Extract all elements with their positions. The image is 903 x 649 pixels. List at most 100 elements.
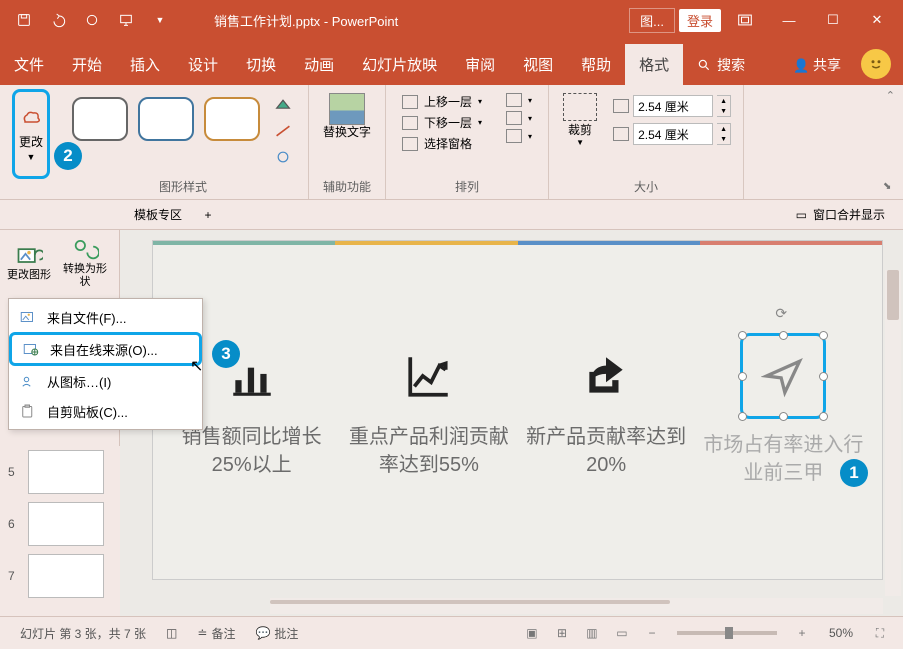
undo-button[interactable]: [44, 6, 72, 34]
accessibility-check-icon[interactable]: ◫: [156, 626, 187, 640]
save-button[interactable]: [10, 6, 38, 34]
annotation-badge: 3: [212, 340, 240, 368]
resize-handle[interactable]: [819, 331, 828, 340]
normal-view-button[interactable]: ▣: [519, 622, 545, 644]
tab-help[interactable]: 帮助: [567, 44, 625, 85]
align-button[interactable]: ▾: [506, 93, 532, 107]
minimize-button[interactable]: —: [769, 5, 809, 35]
picture-tools-tab[interactable]: 图...: [629, 8, 675, 33]
tab-format[interactable]: 格式: [625, 44, 683, 85]
menu-from-file[interactable]: 来自文件(F)...: [9, 302, 202, 332]
selected-icon-frame[interactable]: [740, 333, 826, 419]
replace-text-button[interactable]: 替换文字: [317, 89, 377, 145]
resize-handle[interactable]: [779, 412, 788, 421]
app-name: PowerPoint: [332, 14, 398, 29]
ribbon-options-button[interactable]: [725, 5, 765, 35]
shape-fill-button[interactable]: [270, 95, 296, 115]
slide-canvas[interactable]: 销售额同比增长25%以上 重点产品利润贡献率达到55% 新产品贡献率达到20% …: [152, 240, 883, 580]
change-button[interactable]: 更改 ▼: [12, 89, 50, 179]
content-item-selected[interactable]: ⟳ 市场占有率进入行业前三甲: [701, 333, 866, 487]
shape-style-option[interactable]: [204, 97, 260, 141]
redo-button[interactable]: [78, 6, 106, 34]
zoom-in-button[interactable]: +: [789, 622, 815, 644]
tab-slideshow[interactable]: 幻灯片放映: [348, 44, 451, 85]
resize-handle[interactable]: [819, 412, 828, 421]
fit-window-button[interactable]: ⛶: [867, 622, 893, 644]
rotate-handle[interactable]: ⟳: [775, 305, 791, 321]
group-button[interactable]: ▾: [506, 111, 532, 125]
change-label: 更改: [19, 133, 43, 150]
present-button[interactable]: [112, 6, 140, 34]
share-arrow-icon: [581, 341, 631, 411]
collapse-ribbon-button[interactable]: ⌃: [886, 89, 895, 102]
tab-file[interactable]: 文件: [0, 44, 58, 85]
height-input[interactable]: [633, 95, 713, 117]
arrange-label: 排列: [455, 176, 479, 197]
rotate-button[interactable]: ▾: [506, 129, 532, 143]
resize-handle[interactable]: [738, 331, 747, 340]
tab-insert[interactable]: 插入: [116, 44, 174, 85]
login-button[interactable]: 登录: [679, 9, 721, 32]
comments-button[interactable]: 💬批注: [245, 625, 308, 642]
maximize-button[interactable]: ☐: [813, 5, 853, 35]
feedback-smiley-icon[interactable]: [861, 49, 891, 79]
close-button[interactable]: ✕: [857, 5, 897, 35]
tab-home[interactable]: 开始: [58, 44, 116, 85]
template-area-tab[interactable]: 模板专区: [120, 202, 196, 227]
resize-handle[interactable]: [738, 372, 747, 381]
bring-forward-button[interactable]: 上移一层 ▾: [402, 93, 482, 110]
vertical-scrollbar[interactable]: [885, 270, 901, 596]
qat-dropdown[interactable]: ▼: [146, 6, 174, 34]
menu-from-online[interactable]: 来自在线来源(O)...: [9, 332, 202, 366]
zoom-level[interactable]: 50%: [819, 626, 863, 640]
height-spinner[interactable]: ▲▼: [717, 95, 731, 117]
resize-handle[interactable]: [738, 412, 747, 421]
shape-effects-button[interactable]: [270, 147, 296, 167]
content-item[interactable]: 重点产品利润贡献率达到55%: [346, 341, 511, 479]
shape-style-option[interactable]: [138, 97, 194, 141]
resize-handle[interactable]: [779, 331, 788, 340]
resize-handle[interactable]: [819, 372, 828, 381]
width-input[interactable]: [633, 123, 713, 145]
send-backward-button[interactable]: 下移一层 ▾: [402, 114, 482, 131]
notes-button[interactable]: ≐备注: [187, 625, 245, 642]
send-backward-icon: [402, 116, 418, 130]
tab-view[interactable]: 视图: [509, 44, 567, 85]
zoom-out-button[interactable]: −: [639, 622, 665, 644]
content-item[interactable]: 新产品贡献率达到20%: [524, 341, 689, 479]
add-tab-button[interactable]: +: [196, 208, 220, 222]
convert-to-shape-button[interactable]: 转换为形状: [60, 234, 110, 292]
tab-design[interactable]: 设计: [174, 44, 232, 85]
crop-button[interactable]: 裁剪 ▼: [557, 89, 603, 151]
shape-styles-gallery[interactable]: [66, 89, 266, 149]
menu-from-icon[interactable]: 从图标…(I): [9, 366, 202, 396]
accessibility-label: 辅助功能: [323, 176, 371, 197]
window-merge-label[interactable]: 窗口合并显示: [813, 206, 885, 223]
slide-thumb[interactable]: 5: [8, 450, 112, 494]
tab-animations[interactable]: 动画: [290, 44, 348, 85]
tab-review[interactable]: 审阅: [451, 44, 509, 85]
reading-view-button[interactable]: ▥: [579, 622, 605, 644]
menu-from-clipboard[interactable]: 自剪贴板(C)...: [9, 396, 202, 426]
line-chart-icon: [404, 341, 454, 411]
search-box[interactable]: 搜索: [683, 45, 759, 85]
selection-pane-button[interactable]: 选择窗格: [402, 135, 482, 152]
shape-outline-button[interactable]: [270, 121, 296, 141]
tab-transitions[interactable]: 切换: [232, 44, 290, 85]
dialog-launcher-icon[interactable]: ⬊: [883, 181, 897, 195]
horizontal-scrollbar[interactable]: [270, 598, 883, 614]
slide-thumb[interactable]: 7: [8, 554, 112, 598]
from-clipboard-icon: [19, 403, 37, 419]
width-spinner[interactable]: ▲▼: [717, 123, 731, 145]
selection-pane-icon: [402, 137, 418, 151]
slide-editor[interactable]: 销售额同比增长25%以上 重点产品利润贡献率达到55% 新产品贡献率达到20% …: [120, 230, 903, 616]
slideshow-view-button[interactable]: ▭: [609, 622, 635, 644]
filename: 销售工作计划.pptx: [214, 14, 320, 29]
shape-style-option[interactable]: [72, 97, 128, 141]
sorter-view-button[interactable]: ⊞: [549, 622, 575, 644]
change-image-button[interactable]: 更改图形: [4, 234, 54, 292]
share-button[interactable]: 👤 共享: [779, 45, 855, 85]
slide-thumb[interactable]: 6: [8, 502, 112, 546]
zoom-slider[interactable]: [677, 631, 777, 635]
slide-counter[interactable]: 幻灯片 第 3 张，共 7 张: [10, 625, 156, 642]
